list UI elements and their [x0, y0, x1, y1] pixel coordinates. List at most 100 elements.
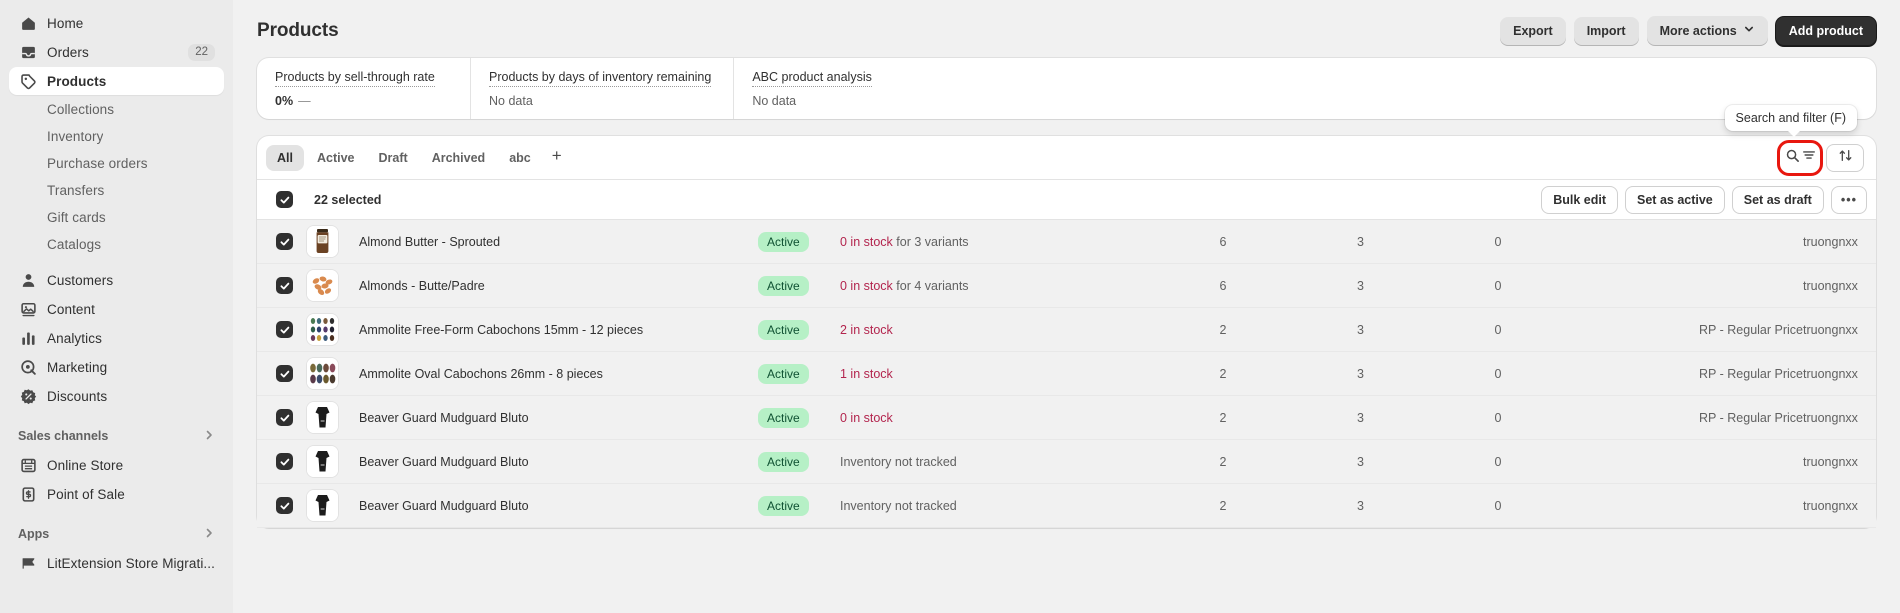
row-checkbox[interactable]: [276, 277, 293, 294]
sidebar-item-marketing[interactable]: Marketing: [9, 353, 224, 381]
sidebar-item-transfers[interactable]: Transfers: [9, 177, 224, 203]
set-as-draft-button[interactable]: Set as draft: [1731, 185, 1824, 214]
sidebar-item-label: Products: [47, 73, 107, 89]
import-button[interactable]: Import: [1573, 16, 1639, 46]
sidebar-item-gift-cards[interactable]: Gift cards: [9, 204, 224, 230]
sales-channels-label: Sales channels: [18, 429, 109, 443]
sidebar-channel-online-store[interactable]: Online Store: [9, 451, 224, 479]
column-value-1: 2: [1219, 322, 1227, 337]
sidebar-item-inventory[interactable]: Inventory: [9, 123, 224, 149]
column-value-3: 0: [1494, 498, 1502, 513]
metric-label: Products by days of inventory remaining: [489, 70, 712, 87]
metric-card[interactable]: Products by days of inventory remaining N…: [471, 58, 735, 119]
sidebar-item-discounts[interactable]: Discounts: [9, 382, 224, 410]
metric-value: No data: [489, 94, 711, 108]
sidebar-section-sales-channels[interactable]: Sales channels: [0, 421, 233, 451]
sidebar-item-label: Online Store: [47, 457, 124, 473]
bulk-edit-button[interactable]: Bulk edit: [1541, 185, 1619, 214]
pos-icon: [18, 484, 38, 504]
table-row[interactable]: Ammolite Oval Cabochons 26mm - 8 pieces A…: [257, 352, 1876, 396]
sidebar-item-content[interactable]: Content: [9, 295, 224, 323]
sidebar-section-apps[interactable]: Apps: [0, 519, 233, 549]
status-badge: Active: [758, 319, 809, 340]
column-value-3: 0: [1494, 410, 1502, 425]
discounts-percent-icon: [18, 386, 38, 406]
set-as-active-button[interactable]: Set as active: [1625, 185, 1725, 214]
add-product-button[interactable]: Add product: [1775, 16, 1876, 46]
row-checkbox-cell: [257, 453, 293, 470]
inventory-warning: 0 in stock: [840, 278, 893, 293]
product-name[interactable]: Beaver Guard Mudguard Bluto: [343, 411, 758, 425]
row-checkbox[interactable]: [276, 233, 293, 250]
more-actions-label: More actions: [1659, 23, 1737, 38]
inventory-cell: 1 in stock: [838, 367, 1148, 381]
tab-abc[interactable]: abc: [498, 145, 542, 171]
inventory-warning: 0 in stock: [840, 410, 893, 425]
row-checkbox-cell: [257, 233, 293, 250]
metrics-card: Products by sell-through rate 0% — Products…: [257, 58, 1876, 119]
product-name[interactable]: Ammolite Free-Form Cabochons 15mm - 12 p…: [343, 323, 758, 337]
metric-card[interactable]: ABC product analysis No data: [734, 58, 948, 119]
sidebar-item-catalogs[interactable]: Catalogs: [9, 231, 224, 257]
status-badge: Active: [758, 451, 809, 472]
row-checkbox[interactable]: [276, 365, 293, 382]
sidebar-item-orders[interactable]: Orders 22: [9, 38, 224, 66]
sidebar-app-litextension[interactable]: LitExtension Store Migrati...: [9, 549, 224, 577]
column-value-3: 0: [1494, 278, 1502, 293]
row-thumbnail-cell: [293, 226, 343, 257]
inventory-cell: Inventory not tracked: [838, 455, 1148, 469]
export-button[interactable]: Export: [1500, 16, 1566, 46]
sidebar-item-home[interactable]: Home: [9, 9, 224, 37]
tab-all[interactable]: All: [266, 144, 304, 171]
column-value-2: 3: [1357, 366, 1364, 381]
inventory-cell: 2 in stock: [838, 323, 1148, 337]
bulk-more-button[interactable]: •••: [1830, 185, 1867, 214]
column-value-2: 3: [1357, 410, 1364, 425]
vendor-cell: truongnxx: [1803, 278, 1858, 293]
mudguard-thumb: [307, 446, 338, 477]
sidebar-channel-point-of-sale[interactable]: Point of Sale: [9, 480, 224, 508]
table-row[interactable]: Almond Butter - Sprouted Active 0 in stock…: [257, 220, 1876, 264]
column-value-2: 3: [1357, 454, 1364, 469]
inventory-detail: for 4 variants: [892, 278, 969, 293]
content-image-icon: [18, 299, 38, 319]
table-row[interactable]: Beaver Guard Mudguard Bluto Active Invento…: [257, 484, 1876, 528]
tab-archived[interactable]: Archived: [421, 145, 497, 171]
status-cell: Active: [758, 363, 838, 384]
product-name[interactable]: Beaver Guard Mudguard Bluto: [343, 499, 758, 513]
sidebar-item-collections[interactable]: Collections: [9, 96, 224, 122]
column-value-1: 2: [1219, 454, 1227, 469]
table-row[interactable]: Beaver Guard Mudguard Bluto Active 0 in st…: [257, 396, 1876, 440]
row-checkbox[interactable]: [276, 321, 293, 338]
tab-draft[interactable]: Draft: [368, 145, 419, 171]
table-row[interactable]: Almonds - Butte/Padre Active 0 in stock fo…: [257, 264, 1876, 308]
selected-count-label: 22 selected: [314, 192, 382, 207]
sidebar-item-products[interactable]: Products: [9, 67, 224, 95]
tabs-list: All Active Draft Archived abc: [266, 144, 542, 171]
sidebar-item-customers[interactable]: Customers: [9, 266, 224, 294]
product-name[interactable]: Ammolite Oval Cabochons 26mm - 8 pieces: [343, 367, 758, 381]
row-checkbox[interactable]: [276, 497, 293, 514]
table-row[interactable]: Ammolite Free-Form Cabochons 15mm - 12 p…: [257, 308, 1876, 352]
more-actions-button[interactable]: More actions: [1646, 16, 1768, 46]
search-filter-tooltip: Search and filter (F): [1724, 105, 1857, 137]
row-thumbnail-cell: [293, 270, 343, 301]
add-view-button[interactable]: +: [542, 146, 572, 169]
sidebar-item-purchase-orders[interactable]: Purchase orders: [9, 150, 224, 176]
sidebar-item-analytics[interactable]: Analytics: [9, 324, 224, 352]
metric-card[interactable]: Products by sell-through rate 0% —: [257, 58, 471, 119]
product-name[interactable]: Almonds - Butte/Padre: [343, 279, 758, 293]
table-row[interactable]: Beaver Guard Mudguard Bluto Active Invento…: [257, 440, 1876, 484]
row-checkbox[interactable]: [276, 453, 293, 470]
metric-label: Products by sell-through rate: [275, 70, 435, 87]
row-checkbox[interactable]: [276, 409, 293, 426]
status-cell: Active: [758, 319, 838, 340]
select-all-checkbox[interactable]: [276, 191, 293, 208]
inventory-detail: for 3 variants: [892, 234, 969, 249]
tab-active[interactable]: Active: [306, 145, 366, 171]
product-name[interactable]: Beaver Guard Mudguard Bluto: [343, 455, 758, 469]
sort-button[interactable]: [1826, 143, 1864, 172]
product-name[interactable]: Almond Butter - Sprouted: [343, 235, 758, 249]
column-value-1: 6: [1219, 234, 1227, 249]
search-and-filter-button[interactable]: [1777, 139, 1823, 176]
